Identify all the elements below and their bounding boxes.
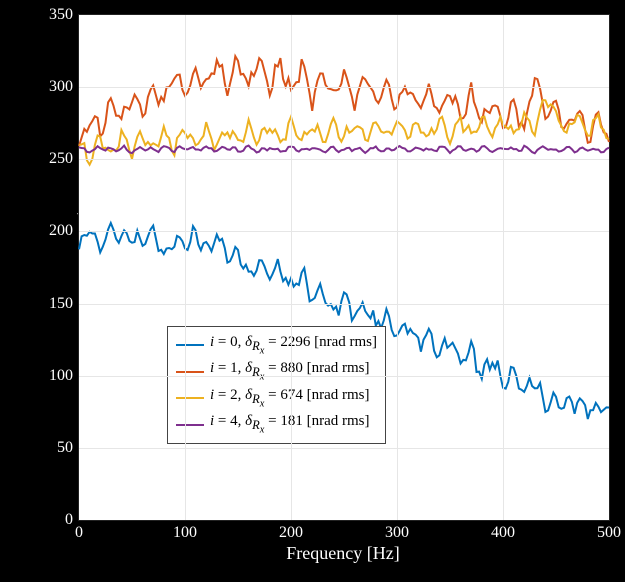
plot-area: i = 0, δRx = 2296 [nrad rms]i = 1, δRx =…	[78, 14, 610, 521]
chart-container: CAS of Rx [nrad/√Hz] i = 0, δRx = 2296 […	[0, 0, 625, 582]
legend-label: i = 4, δRx = 181 [nrad rms]	[210, 411, 370, 438]
grid-line-v	[185, 15, 186, 520]
grid-line-v	[503, 15, 504, 520]
legend-swatch	[176, 344, 204, 346]
y-tick-label: 0	[41, 511, 73, 529]
grid-line-v	[397, 15, 398, 520]
x-tick-label: 0	[75, 524, 83, 542]
x-axis-label: Frequency [Hz]	[78, 543, 608, 564]
y-tick-label: 250	[41, 150, 73, 168]
y-tick-label: 300	[41, 78, 73, 96]
legend-row: i = 2, δRx = 674 [nrad rms]	[176, 385, 377, 412]
x-tick-label: 300	[385, 524, 409, 542]
legend-row: i = 4, δRx = 181 [nrad rms]	[176, 411, 377, 438]
legend-swatch	[176, 397, 204, 399]
legend: i = 0, δRx = 2296 [nrad rms]i = 1, δRx =…	[167, 326, 386, 444]
x-tick-label: 500	[597, 524, 621, 542]
x-tick-label: 400	[491, 524, 515, 542]
legend-label: i = 0, δRx = 2296 [nrad rms]	[210, 332, 377, 359]
grid-line-h	[79, 231, 609, 232]
y-tick-label: 50	[41, 439, 73, 457]
y-tick-label: 200	[41, 222, 73, 240]
y-tick-label: 150	[41, 295, 73, 313]
grid-line-h	[79, 304, 609, 305]
series-line-i=2	[79, 100, 609, 165]
y-tick-label: 100	[41, 367, 73, 385]
legend-row: i = 0, δRx = 2296 [nrad rms]	[176, 332, 377, 359]
legend-row: i = 1, δRx = 880 [nrad rms]	[176, 358, 377, 385]
x-tick-label: 200	[279, 524, 303, 542]
grid-line-h	[79, 87, 609, 88]
legend-label: i = 1, δRx = 880 [nrad rms]	[210, 358, 370, 385]
legend-swatch	[176, 371, 204, 373]
line-series-svg	[79, 15, 609, 520]
grid-line-v	[291, 15, 292, 520]
grid-line-h	[79, 448, 609, 449]
legend-swatch	[176, 424, 204, 426]
legend-label: i = 2, δRx = 674 [nrad rms]	[210, 385, 370, 412]
grid-line-h	[79, 159, 609, 160]
grid-line-h	[79, 376, 609, 377]
y-tick-label: 350	[41, 6, 73, 24]
x-tick-label: 100	[173, 524, 197, 542]
